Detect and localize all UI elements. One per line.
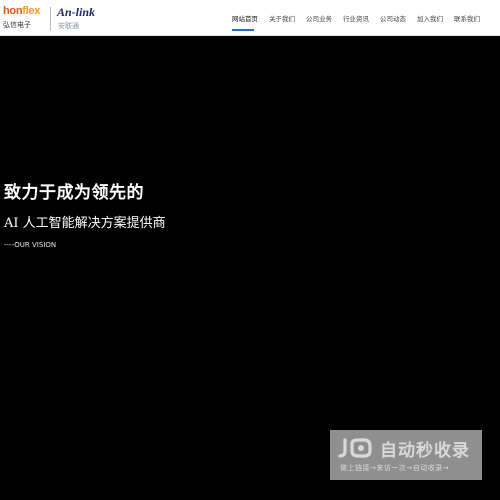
nav-item-join-us[interactable]: 加入我们 <box>417 13 443 23</box>
watermark-logo-icon <box>338 438 372 458</box>
nav-active-indicator <box>232 29 254 31</box>
page: honflex 弘信电子 An-link 安联通 网站首页 关于我们 公司业务 … <box>0 0 500 500</box>
anlink-wordmark: An-link <box>57 5 96 19</box>
nav-item-home[interactable]: 网站首页 <box>232 13 258 23</box>
nav-item-news[interactable]: 行业资讯 <box>343 13 369 23</box>
main-nav: 网站首页 关于我们 公司业务 行业资讯 公司动态 加入我们 联系我们 <box>226 0 500 36</box>
nav-item-business[interactable]: 公司业务 <box>306 13 332 23</box>
nav-item-company-updates[interactable]: 公司动态 <box>380 13 406 23</box>
watermark-title: 自动秒收录 <box>380 441 470 461</box>
watermark-slogan: 做上链接→来访一次→自动收录→ <box>340 464 450 472</box>
nav-item-about[interactable]: 关于我们 <box>269 13 295 23</box>
hero-title: 致力于成为领先的 <box>4 183 144 203</box>
watermark-badge[interactable]: 自动秒收录 做上链接→来访一次→自动收录→ <box>330 430 482 480</box>
site-header: honflex 弘信电子 An-link 安联通 网站首页 关于我们 公司业务 … <box>0 0 500 36</box>
logo-divider <box>50 7 51 31</box>
honflex-logo-subtitle: 弘信电子 <box>3 21 31 29</box>
anlink-logo[interactable]: An-link 安联通 <box>57 5 99 33</box>
honflex-wordmark: honflex <box>3 5 41 17</box>
honflex-logo[interactable]: honflex 弘信电子 <box>3 5 47 33</box>
hero-subtitle: AI 人工智能解决方案提供商 <box>4 216 166 231</box>
nav-item-contact[interactable]: 联系我们 <box>454 13 480 23</box>
hero-vision-label: ----OUR VISION <box>4 241 57 249</box>
anlink-logo-subtitle: 安联通 <box>58 22 79 30</box>
